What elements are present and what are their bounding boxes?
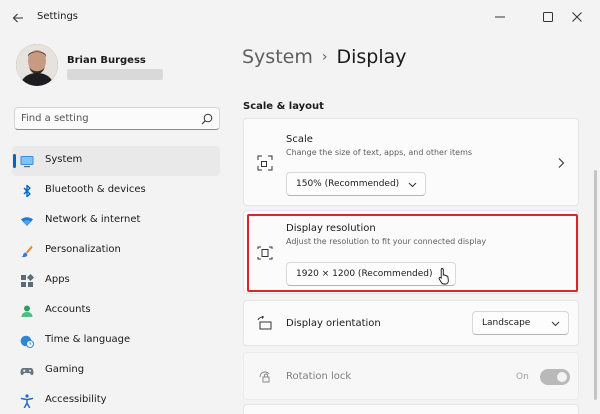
chevron-right-icon[interactable] bbox=[556, 157, 566, 169]
title-bar: Settings bbox=[0, 0, 600, 34]
display-orientation-card[interactable]: Display orientation Landscape bbox=[243, 300, 579, 346]
rotation-lock-card: Rotation lock On bbox=[243, 352, 579, 400]
sidebar-item-system[interactable]: System bbox=[12, 146, 220, 176]
sidebar-item-accessibility[interactable]: Accessibility bbox=[12, 386, 220, 414]
rotation-lock-title: Rotation lock bbox=[286, 371, 352, 382]
wifi-icon bbox=[20, 214, 34, 228]
person-icon bbox=[20, 304, 34, 318]
chevron-down-icon bbox=[408, 182, 417, 188]
resolution-dropdown-value: 1920 × 1200 (Recommended) bbox=[296, 269, 433, 279]
sidebar-item-time-language[interactable]: Time & language bbox=[12, 326, 220, 356]
sidebar-item-label: Accounts bbox=[45, 304, 91, 315]
scale-icon bbox=[256, 154, 274, 172]
breadcrumb-system-link[interactable]: System bbox=[242, 46, 313, 68]
orientation-icon bbox=[256, 315, 274, 333]
sidebar-nav: System Bluetooth & devices Network & int… bbox=[12, 146, 220, 414]
resolution-title: Display resolution bbox=[286, 223, 376, 234]
scale-dropdown[interactable]: 150% (Recommended) bbox=[286, 172, 426, 196]
maximize-icon bbox=[543, 12, 553, 22]
avatar[interactable] bbox=[16, 44, 58, 86]
section-title: Scale & layout bbox=[243, 101, 324, 112]
sidebar-item-label: Time & language bbox=[45, 334, 131, 345]
search-box[interactable] bbox=[14, 107, 220, 130]
main-scrollbar[interactable] bbox=[594, 170, 597, 400]
sidebar-item-label: Apps bbox=[45, 274, 70, 285]
scale-card[interactable]: Scale Change the size of text, apps, and… bbox=[243, 118, 579, 206]
back-button[interactable] bbox=[8, 8, 28, 28]
scale-dropdown-value: 150% (Recommended) bbox=[296, 179, 400, 189]
sidebar-item-network[interactable]: Network & internet bbox=[12, 206, 220, 236]
sidebar-item-bluetooth[interactable]: Bluetooth & devices bbox=[12, 176, 220, 206]
rotation-lock-icon bbox=[256, 368, 274, 386]
sidebar-item-personalization[interactable]: Personalization bbox=[12, 236, 220, 266]
breadcrumb-chevron-icon: › bbox=[321, 49, 328, 65]
sidebar-item-label: Accessibility bbox=[45, 394, 107, 405]
app-title: Settings bbox=[37, 11, 79, 22]
sidebar-item-accounts[interactable]: Accounts bbox=[12, 296, 220, 326]
display-resolution-card[interactable]: Display resolution Adjust the resolution… bbox=[243, 210, 579, 294]
orientation-title: Display orientation bbox=[286, 318, 381, 329]
resolution-dropdown[interactable]: 1920 × 1200 (Recommended) bbox=[286, 262, 456, 286]
user-name: Brian Burgess bbox=[67, 55, 146, 66]
paintbrush-icon bbox=[20, 244, 34, 258]
sidebar-item-label: Bluetooth & devices bbox=[45, 184, 146, 195]
user-photo bbox=[16, 44, 58, 86]
sidebar-item-gaming[interactable]: Gaming bbox=[12, 356, 220, 386]
sidebar-item-label: Network & internet bbox=[45, 214, 141, 225]
close-icon bbox=[572, 12, 582, 22]
back-arrow-icon bbox=[12, 13, 23, 23]
globe-clock-icon bbox=[20, 334, 34, 348]
resolution-description: Adjust the resolution to fit your connec… bbox=[286, 237, 487, 246]
search-input[interactable] bbox=[21, 111, 191, 126]
user-email-redacted bbox=[67, 69, 163, 80]
gamepad-icon bbox=[20, 364, 34, 378]
sidebar-item-label: System bbox=[45, 154, 83, 165]
rotation-lock-state: On bbox=[516, 372, 529, 382]
orientation-dropdown-value: Landscape bbox=[482, 318, 531, 328]
settings-window: Settings Brian Burgess Find a setting Sy… bbox=[0, 0, 600, 414]
search-icon[interactable] bbox=[201, 113, 213, 125]
scale-description: Change the size of text, apps, and other… bbox=[286, 148, 473, 157]
sidebar-item-label: Personalization bbox=[45, 244, 121, 255]
breadcrumb: System › Display bbox=[242, 43, 407, 71]
close-button[interactable] bbox=[556, 2, 598, 32]
resolution-icon bbox=[256, 244, 274, 262]
minimize-button[interactable] bbox=[478, 2, 522, 32]
apps-grid-icon bbox=[20, 274, 34, 288]
next-setting-card[interactable] bbox=[243, 404, 579, 414]
sidebar-item-apps[interactable]: Apps bbox=[12, 266, 220, 296]
accessibility-icon bbox=[20, 394, 34, 408]
chevron-down-icon bbox=[551, 321, 560, 327]
minimize-icon bbox=[495, 16, 505, 18]
bluetooth-icon bbox=[20, 184, 34, 198]
sidebar-item-label: Gaming bbox=[45, 364, 85, 375]
toggle-knob bbox=[557, 372, 567, 382]
monitor-icon bbox=[20, 154, 34, 168]
page-title: Display bbox=[336, 46, 407, 68]
scale-title: Scale bbox=[286, 134, 313, 145]
orientation-dropdown[interactable]: Landscape bbox=[472, 311, 569, 335]
rotation-lock-toggle[interactable] bbox=[540, 369, 570, 385]
mouse-cursor-icon bbox=[438, 268, 449, 285]
